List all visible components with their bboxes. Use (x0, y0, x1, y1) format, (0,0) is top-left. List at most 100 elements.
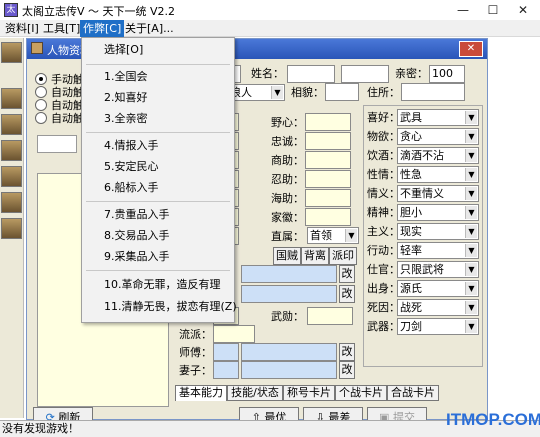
person-icon (31, 42, 43, 54)
looks-field[interactable] (325, 83, 359, 101)
trait-combo[interactable]: 不重情义 ▼ (397, 185, 479, 202)
menu-info[interactable]: 资料[I] (2, 20, 42, 37)
menu-item-all-affinity[interactable]: 3.全亲密 (104, 111, 148, 127)
menu-bar: 资料[I] 工具[T] 作弊[C] 关于[A]... (0, 20, 540, 37)
trait-label: 饮酒： (367, 149, 400, 162)
menu-cheat[interactable]: 作弊[C] (80, 20, 125, 37)
ambition-field[interactable] (305, 113, 351, 131)
blue-field-2[interactable] (241, 285, 337, 303)
menu-item-trade-goods[interactable]: 8.交易品入手 (104, 228, 170, 244)
martial-field[interactable] (307, 307, 353, 325)
trait-combo[interactable]: 滴酒不沾 ▼ (397, 147, 479, 164)
status-combo[interactable]: 浪人 ▼ (227, 84, 285, 101)
minimize-icon[interactable]: — (448, 0, 478, 20)
menu-tools[interactable]: 工具[T] (40, 20, 83, 37)
merchant-field[interactable] (305, 151, 351, 169)
menu-about[interactable]: 关于[A]... (122, 20, 177, 37)
menu-item-valuables[interactable]: 7.贵重品入手 (104, 207, 170, 223)
trait-label: 物欲： (367, 130, 400, 143)
tab-battle-cards[interactable]: 合战卡片 (387, 385, 439, 401)
trait-combo[interactable]: 轻率 ▼ (397, 242, 479, 259)
menu-separator (86, 201, 230, 202)
chevron-down-icon: ▼ (465, 168, 477, 181)
residence-label: 住所： (367, 86, 400, 99)
chevron-down-icon: ▼ (465, 130, 477, 143)
menu-item-intel[interactable]: 4.情报入手 (104, 138, 159, 154)
affinity-field[interactable]: 100 (429, 65, 465, 83)
tab-duel-cards[interactable]: 个战卡片 (335, 385, 387, 401)
tab-skills[interactable]: 技能/状态 (227, 385, 283, 401)
spouse-id-field[interactable] (213, 361, 239, 379)
master-id-field[interactable] (213, 343, 239, 361)
menu-item-ship-marker[interactable]: 6.船标入手 (104, 180, 159, 196)
trait-combo-value: 贪心 (400, 130, 422, 143)
inner-close-icon[interactable]: ✕ (459, 41, 483, 57)
radio-auto-3[interactable] (35, 112, 47, 124)
direct-combo[interactable]: 首领 ▼ (307, 227, 359, 244)
change-button-1[interactable]: 改 (339, 265, 355, 283)
loyalty-field[interactable] (305, 132, 351, 150)
trait-combo[interactable]: 战死 ▼ (397, 299, 479, 316)
trait-combo[interactable]: 胆小 ▼ (397, 204, 479, 221)
master-label: 师傅： (179, 346, 212, 359)
maximize-icon[interactable]: ☐ (478, 0, 508, 20)
menu-item-gathered[interactable]: 9.采集品入手 (104, 249, 170, 265)
spouse-name-field[interactable] (241, 361, 337, 379)
sea-field[interactable] (305, 189, 351, 207)
affinity-label: 亲密： (395, 67, 428, 80)
trait-combo[interactable]: 性急 ▼ (397, 166, 479, 183)
radio-manual[interactable] (35, 73, 47, 85)
chevron-down-icon: ▼ (465, 301, 477, 314)
trait-combo[interactable]: 贪心 ▼ (397, 128, 479, 145)
tool-house-icon[interactable] (1, 166, 22, 187)
tool-portrait-icon[interactable] (1, 42, 22, 63)
filter-input[interactable] (37, 135, 77, 153)
direct-label: 直属： (271, 230, 304, 243)
trait-combo[interactable]: 刀剑 ▼ (397, 318, 479, 335)
trait-label: 情义： (367, 187, 400, 200)
blue-field-1[interactable] (241, 265, 337, 283)
master-name-field[interactable] (241, 343, 337, 361)
trait-combo[interactable]: 武具 ▼ (397, 109, 479, 126)
menu-item-fearless[interactable]: 11.清静无畏，拔恋有理(Z) (104, 299, 237, 315)
menu-item-revolution[interactable]: 10.革命无罪，造反有理 (104, 277, 221, 293)
crest-field[interactable] (305, 208, 351, 226)
menu-item-select[interactable]: 选择[O] (104, 42, 143, 58)
tab-basic[interactable]: 基本能力 (175, 385, 227, 401)
given-name-field[interactable] (341, 65, 389, 83)
residence-field[interactable] (401, 83, 465, 101)
trait-combo-value: 武具 (400, 111, 422, 124)
menu-separator (86, 64, 230, 65)
menu-item-stabilize[interactable]: 5.安定民心 (104, 159, 159, 175)
chevron-down-icon: ▼ (465, 225, 477, 238)
trait-label: 死因： (367, 301, 400, 314)
traitor-button[interactable]: 国贼 (273, 247, 301, 265)
betray-button[interactable]: 背离 (301, 247, 329, 265)
tool-village-icon[interactable] (1, 192, 22, 213)
looks-label: 相貌： (291, 86, 324, 99)
radio-auto-1[interactable] (35, 86, 47, 98)
spouse-label: 妻子： (179, 364, 212, 377)
tool-person-icon[interactable] (1, 218, 22, 239)
change-master-button[interactable]: 改 (339, 343, 355, 361)
ninja-field[interactable] (305, 170, 351, 188)
tool-map-icon[interactable] (1, 88, 22, 109)
tab-titles[interactable]: 称号卡片 (283, 385, 335, 401)
app-icon: 太 (4, 3, 18, 17)
trait-combo[interactable]: 现实 ▼ (397, 223, 479, 240)
tool-castle-icon[interactable] (1, 114, 22, 135)
name-label: 姓名： (251, 67, 284, 80)
close-icon[interactable]: ✕ (508, 0, 538, 20)
trait-combo[interactable]: 源氏 ▼ (397, 280, 479, 297)
menu-item-all-meet[interactable]: 1.全国会 (104, 69, 148, 85)
change-spouse-button[interactable]: 改 (339, 361, 355, 379)
left-toolbar (0, 38, 24, 418)
surname-field[interactable] (287, 65, 335, 83)
menu-item-know-likes[interactable]: 2.知喜好 (104, 90, 148, 106)
faction-field[interactable] (213, 325, 255, 343)
trait-combo[interactable]: 只限武将 ▼ (397, 261, 479, 278)
seal-button[interactable]: 派印 (329, 247, 357, 265)
radio-auto-2[interactable] (35, 99, 47, 111)
tool-army-icon[interactable] (1, 140, 22, 161)
change-button-2[interactable]: 改 (339, 285, 355, 303)
